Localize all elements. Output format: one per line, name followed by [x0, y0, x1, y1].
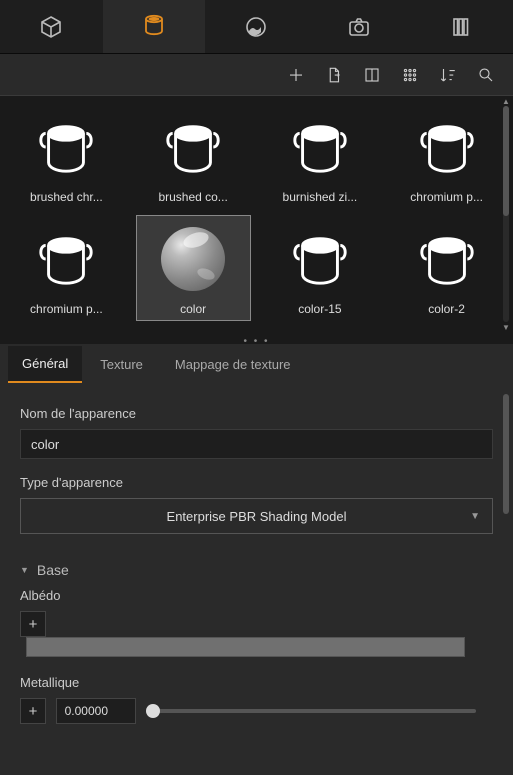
material-item[interactable]: burnished zi... [264, 104, 377, 208]
material-item[interactable]: color-2 [390, 216, 503, 320]
material-label: color-2 [428, 302, 465, 316]
slider-knob[interactable] [146, 704, 160, 718]
property-tabs: GénéralTextureMappage de texture [0, 344, 513, 384]
material-label: chromium p... [30, 302, 103, 316]
gallery-scrollbar[interactable]: ▲ ▼ [503, 106, 509, 322]
caret-down-icon: ▼ [20, 565, 29, 575]
material-label: color [180, 302, 206, 316]
search-icon [477, 66, 495, 84]
albedo-label: Albédo [20, 588, 493, 603]
search-button[interactable] [477, 66, 495, 84]
bucket-icon [410, 110, 484, 184]
material-item[interactable]: brushed chr... [10, 104, 123, 208]
material-label: brushed co... [158, 190, 227, 204]
gallery-scroll-thumb[interactable] [503, 106, 509, 216]
material-item[interactable]: color-15 [264, 216, 377, 320]
bucket-icon [29, 110, 103, 184]
tab-library[interactable] [410, 0, 513, 53]
cube-icon [39, 15, 63, 39]
select-value: Enterprise PBR Shading Model [167, 509, 347, 524]
albedo-swatch[interactable] [26, 637, 465, 657]
chevron-down-icon: ▼ [470, 511, 480, 522]
panel-splitter[interactable]: • • • [0, 338, 513, 344]
grid-view-button[interactable] [401, 66, 419, 84]
sphere-thumb [156, 222, 230, 296]
library-icon [450, 15, 474, 39]
material-label: chromium p... [410, 190, 483, 204]
add-button[interactable] [287, 66, 305, 84]
scroll-up-icon[interactable]: ▲ [502, 97, 510, 105]
material-label: brushed chr... [30, 190, 103, 204]
bucket-icon [283, 222, 357, 296]
props-scrollbar[interactable] [503, 394, 509, 765]
tab-image[interactable] [205, 0, 308, 53]
property-tab[interactable]: Mappage de texture [161, 347, 305, 382]
grid-icon [401, 66, 419, 84]
bucket-icon [156, 110, 230, 184]
material-label: burnished zi... [283, 190, 358, 204]
metallic-add-button[interactable]: + [20, 698, 46, 724]
bucket-icon [283, 110, 357, 184]
property-panel: Nom de l'apparence Type d'apparence Ente… [0, 384, 513, 775]
sort-button[interactable] [439, 66, 457, 84]
metallic-label: Metallique [20, 675, 493, 690]
file-export-icon [325, 66, 343, 84]
property-tab[interactable]: Texture [86, 347, 157, 382]
scroll-down-icon[interactable]: ▼ [502, 323, 510, 331]
top-tabs [0, 0, 513, 54]
appearance-name-input[interactable] [20, 429, 493, 459]
plus-icon [287, 66, 305, 84]
material-gallery: brushed chr... brushed co... burnished z… [0, 96, 513, 344]
bucket-icon [29, 222, 103, 296]
landscape-icon [244, 15, 268, 39]
split-view-button[interactable] [363, 66, 381, 84]
tab-camera[interactable] [308, 0, 411, 53]
material-label: color-15 [298, 302, 341, 316]
props-scroll-thumb[interactable] [503, 394, 509, 514]
tab-model[interactable] [0, 0, 103, 53]
type-label: Type d'apparence [20, 475, 493, 490]
base-section-label: Base [37, 562, 69, 578]
name-label: Nom de l'apparence [20, 406, 493, 421]
material-item[interactable]: chromium p... [390, 104, 503, 208]
appearance-type-select[interactable]: Enterprise PBR Shading Model ▼ [20, 498, 493, 534]
metallic-slider[interactable] [153, 709, 476, 713]
bucket-icon [410, 222, 484, 296]
cylinder-icon [142, 13, 166, 37]
sort-icon [439, 66, 457, 84]
albedo-add-button[interactable]: + [20, 611, 46, 637]
metallic-value-input[interactable] [56, 698, 136, 724]
material-item[interactable]: brushed co... [137, 104, 250, 208]
property-tab[interactable]: Général [8, 346, 82, 383]
split-icon [363, 66, 381, 84]
material-item[interactable]: chromium p... [10, 216, 123, 320]
export-button[interactable] [325, 66, 343, 84]
material-item[interactable]: color [137, 216, 250, 320]
toolbar [0, 54, 513, 96]
tab-material[interactable] [103, 0, 206, 53]
base-section-toggle[interactable]: ▼ Base [20, 562, 493, 578]
camera-icon [347, 15, 371, 39]
